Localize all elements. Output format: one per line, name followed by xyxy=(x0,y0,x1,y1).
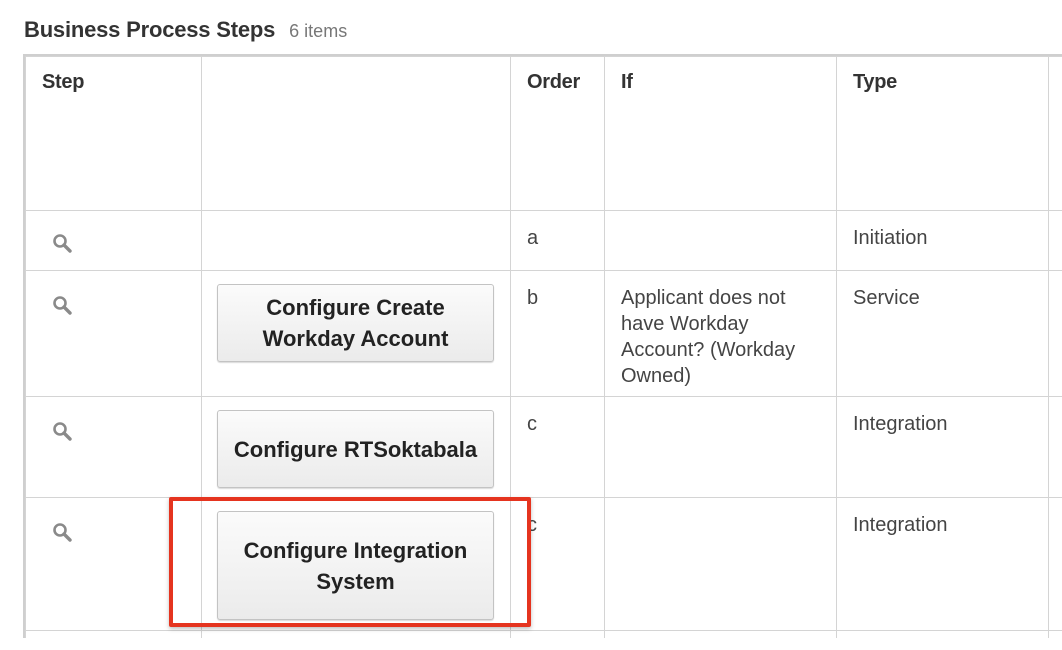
extra-cell xyxy=(1048,396,1062,498)
business-process-steps-grid: Step Order If Type a Initiation Configur… xyxy=(23,54,1062,638)
condition-value: Applicant does not have Workday Account?… xyxy=(621,287,796,387)
button-cell: Configure Create Workday Account xyxy=(201,270,511,397)
condition-value xyxy=(605,498,836,512)
extra-cell xyxy=(1048,497,1062,631)
column-header-if[interactable]: If xyxy=(604,56,837,211)
condition-value xyxy=(605,397,836,411)
search-icon[interactable] xyxy=(52,421,72,441)
type-value: Initiation xyxy=(853,227,928,249)
order-cell: c xyxy=(510,396,605,498)
type-value: Integration xyxy=(853,413,948,435)
configure-integration-system-button[interactable]: Configure Integration System xyxy=(217,511,494,620)
button-cell: Configure Integration System xyxy=(201,497,511,631)
column-header-type[interactable]: Type xyxy=(836,56,1049,211)
order-cell: a xyxy=(510,210,605,271)
button-cell xyxy=(201,210,511,271)
step-cell xyxy=(25,497,202,631)
configure-create-workday-account-button[interactable]: Configure Create Workday Account xyxy=(217,284,494,362)
table-row: Configure Create Workday Account b Appli… xyxy=(25,270,1062,397)
type-cell: Initiation xyxy=(836,210,1049,271)
if-cell xyxy=(604,396,837,498)
type-cell: Integration xyxy=(836,396,1049,498)
if-cell: Applicant does not have Workday Account?… xyxy=(604,270,837,397)
order-cell: c xyxy=(510,497,605,631)
if-cell xyxy=(604,630,837,638)
order-value: c xyxy=(527,413,537,435)
step-cell xyxy=(25,396,202,498)
button-cell xyxy=(201,630,511,638)
order-value: a xyxy=(527,227,539,249)
order-value: c xyxy=(527,514,537,536)
extra-cell xyxy=(1048,630,1062,638)
step-cell xyxy=(25,270,202,397)
step-cell xyxy=(25,210,202,271)
button-cell: Configure RTSoktabala xyxy=(201,396,511,498)
order-cell: b xyxy=(510,270,605,397)
header-row: Step Order If Type xyxy=(25,56,1062,211)
type-cell xyxy=(836,630,1049,638)
step-cell xyxy=(25,630,202,638)
section-header: Business Process Steps 6 items xyxy=(24,17,347,43)
type-value: Integration xyxy=(853,514,948,536)
if-cell xyxy=(604,497,837,631)
column-header-order[interactable]: Order xyxy=(510,56,605,211)
column-header-step[interactable]: Step xyxy=(25,56,202,211)
column-header-button xyxy=(201,56,511,211)
table-row: Configure RTSoktabala c Integration xyxy=(25,396,1062,498)
column-header-extra xyxy=(1048,56,1062,211)
type-cell: Service xyxy=(836,270,1049,397)
type-cell: Integration xyxy=(836,497,1049,631)
table-row: Configure Integration System c Integrati… xyxy=(25,497,1062,631)
condition-value xyxy=(605,211,836,225)
configure-rtsoktabala-button[interactable]: Configure RTSoktabala xyxy=(217,410,494,488)
order-value: b xyxy=(527,287,539,309)
table-row: a Initiation xyxy=(25,210,1062,271)
steps-table: Step Order If Type a Initiation Configur… xyxy=(25,56,1062,638)
item-count: 6 items xyxy=(289,21,348,41)
search-icon[interactable] xyxy=(52,233,72,253)
table-row xyxy=(25,630,1062,638)
search-icon[interactable] xyxy=(52,522,72,542)
order-cell xyxy=(510,630,605,638)
if-cell xyxy=(604,210,837,271)
type-value: Service xyxy=(853,287,920,309)
search-icon[interactable] xyxy=(52,295,72,315)
extra-cell xyxy=(1048,210,1062,271)
extra-cell xyxy=(1048,270,1062,397)
section-title: Business Process Steps xyxy=(24,17,276,42)
